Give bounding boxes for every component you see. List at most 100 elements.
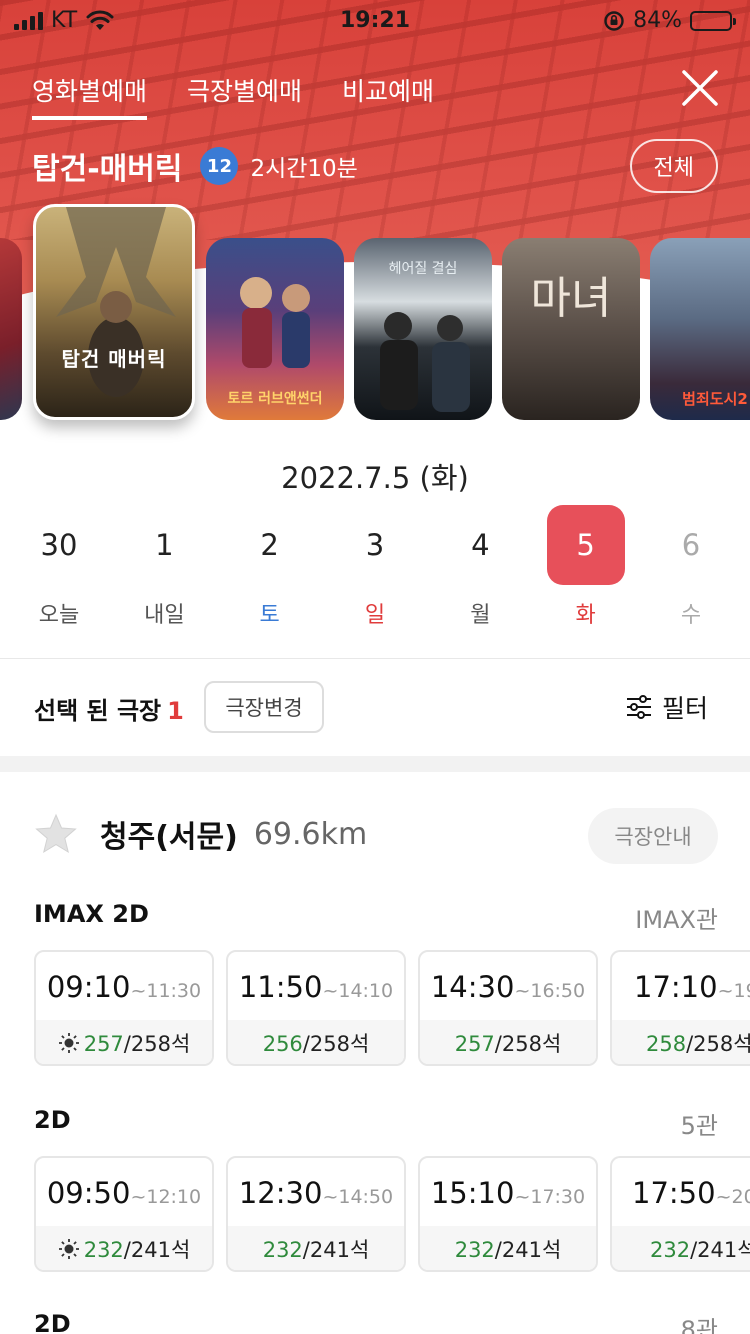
poster-title-text: 범죄도시2 [682,390,748,408]
showtime-start: 14:30 [430,970,515,1004]
battery-icon [690,10,736,31]
day-5-selected[interactable]: 5화 [546,505,625,629]
showtime-end: ~20:1 [715,1186,750,1208]
couple-in-car-illustration [380,312,470,412]
seats-total: /258석 [302,1032,370,1056]
screen-hall: 5관 [680,1112,718,1140]
morning-sun-icon [58,1239,79,1259]
showtime-start: 15:10 [430,1176,515,1210]
showtime-end: ~19:3 [717,980,750,1002]
seats-total: /241석 [690,1238,750,1262]
jet-and-pilot-illustration [56,207,176,397]
seats-total: /241석 [123,1238,191,1262]
battery-percent: 84% [633,8,682,33]
seats-available: 258 [646,1032,687,1056]
filter-sliders-icon [626,695,651,719]
seats-total: /241석 [494,1238,562,1262]
date-picker: 30 오늘 1 내일 2토 3일 4월 5화 6수 [20,505,730,629]
theater-info-button[interactable]: 극장안내 [588,808,718,864]
filter-button[interactable]: 필터 [626,689,708,725]
tab-by-movie[interactable]: 영화별예매 [32,72,148,120]
seats-available: 257 [83,1032,124,1056]
seats-available: 257 [454,1032,495,1056]
showtime-card[interactable]: 15:10 ~17:30 232/241석 [418,1156,598,1272]
theater-header: 청주(서문) 69.6km [34,812,367,856]
close-icon[interactable] [678,66,722,110]
seats-total: /258석 [494,1032,562,1056]
day-label: 내일 [144,603,185,628]
selected-theater-text: 선택 된 극장 [34,697,162,725]
day-label: 오늘 [38,603,80,628]
seats-available: 232 [454,1238,495,1262]
selected-date: 2022.7.5 (화) [281,461,469,495]
screen-format: 2D [34,1310,71,1334]
poster-title-text: 토르 러브앤썬더 [227,391,323,407]
showtime-card[interactable]: 09:50 ~12:10 232/241석 [34,1156,214,1272]
tab-by-theater[interactable]: 극장별예매 [187,72,302,118]
day-number: 4 [471,528,490,562]
poster-the-witch[interactable]: 마녀 [502,238,640,420]
day-number: 1 [155,528,174,562]
day-number: 6 [681,528,701,562]
tab-compare[interactable]: 비교예매 [342,72,434,118]
showtime-end: ~14:10 [322,980,394,1002]
seats-total: /258석 [686,1032,750,1056]
day-label: 토 [259,603,280,628]
movie-runtime: 2시간10분 [250,156,358,182]
poster-title-text: 마녀 [530,273,612,324]
day-1[interactable]: 1 내일 [125,505,203,629]
selected-theater-count: 1 [167,697,184,725]
movie-title: 탑건-매버릭 [32,152,183,187]
age-rating-badge: 12 [200,147,239,185]
showtime-end: ~11:30 [130,980,202,1002]
showtime-start: 11:50 [238,970,323,1004]
showtime-end: ~12:10 [130,1186,202,1208]
screen-format: 2D [34,1106,71,1134]
poster-the-roundup[interactable]: 범죄도시2 [650,238,750,420]
showtime-end: ~17:30 [514,1186,586,1208]
showtime-card[interactable]: 17:50~20:1 232/241석 [610,1156,750,1272]
section-divider [0,756,750,772]
favorite-star-icon[interactable] [34,813,78,855]
movie-header: 탑건-매버릭 12 2시간10분 [32,144,358,188]
poster-title-text: 탑건 매버릭 [61,347,167,371]
showtime-card[interactable]: 12:30 ~14:50 232/241석 [226,1156,406,1272]
seats-available: 232 [650,1238,691,1262]
showtime-card[interactable]: 09:10 ~11:30 257/258석 [34,950,214,1066]
day-number: 30 [40,528,78,562]
change-theater-button[interactable]: 극장변경 [204,681,324,733]
filter-label: 필터 [661,694,708,723]
day-2[interactable]: 2토 [231,505,309,629]
selected-theater-label: 선택 된 극장 1 [34,691,184,726]
day-4[interactable]: 4월 [441,505,519,629]
day-3[interactable]: 3일 [336,505,414,629]
showtime-start: 12:30 [238,1176,323,1210]
day-30[interactable]: 30 오늘 [20,505,98,629]
booking-tabs: 영화별예매 극장별예매 비교예매 [32,72,434,120]
status-bar: KT 19:21 84% [0,0,750,42]
day-number: 3 [365,528,385,562]
day-number: 2 [260,528,279,562]
morning-sun-icon [58,1033,79,1053]
showtime-end: ~16:50 [514,980,586,1002]
showtime-start: 09:10 [46,970,131,1004]
showtime-card[interactable]: 17:10~19:3 258/258석 [610,950,750,1066]
poster-top-gun[interactable]: 탑건 매버릭 [33,204,195,420]
showtime-end: ~14:50 [322,1186,394,1208]
showtime-start: 17:10 [634,970,718,1004]
showtime-start: 17:50 [632,1176,716,1210]
poster-thor[interactable]: 토르 러브앤썬더 [206,238,344,420]
seats-available: 232 [262,1238,303,1262]
screen-hall: 8관 [680,1316,718,1334]
day-6[interactable]: 6수 [652,505,730,629]
seats-total: /258석 [123,1032,191,1056]
view-all-movies-button[interactable]: 전체 [629,139,718,193]
poster-partial-left[interactable] [0,238,22,420]
showtime-card[interactable]: 11:50 ~14:10 256/258석 [226,950,406,1066]
theater-name: 청주(서문) [100,820,238,855]
poster-decision-to-leave[interactable]: 헤어질 결심 [354,238,492,420]
seats-total: /241석 [302,1238,370,1262]
day-label: 수 [680,603,702,628]
showtime-card[interactable]: 14:30 ~16:50 257/258석 [418,950,598,1066]
seats-available: 232 [83,1238,124,1262]
